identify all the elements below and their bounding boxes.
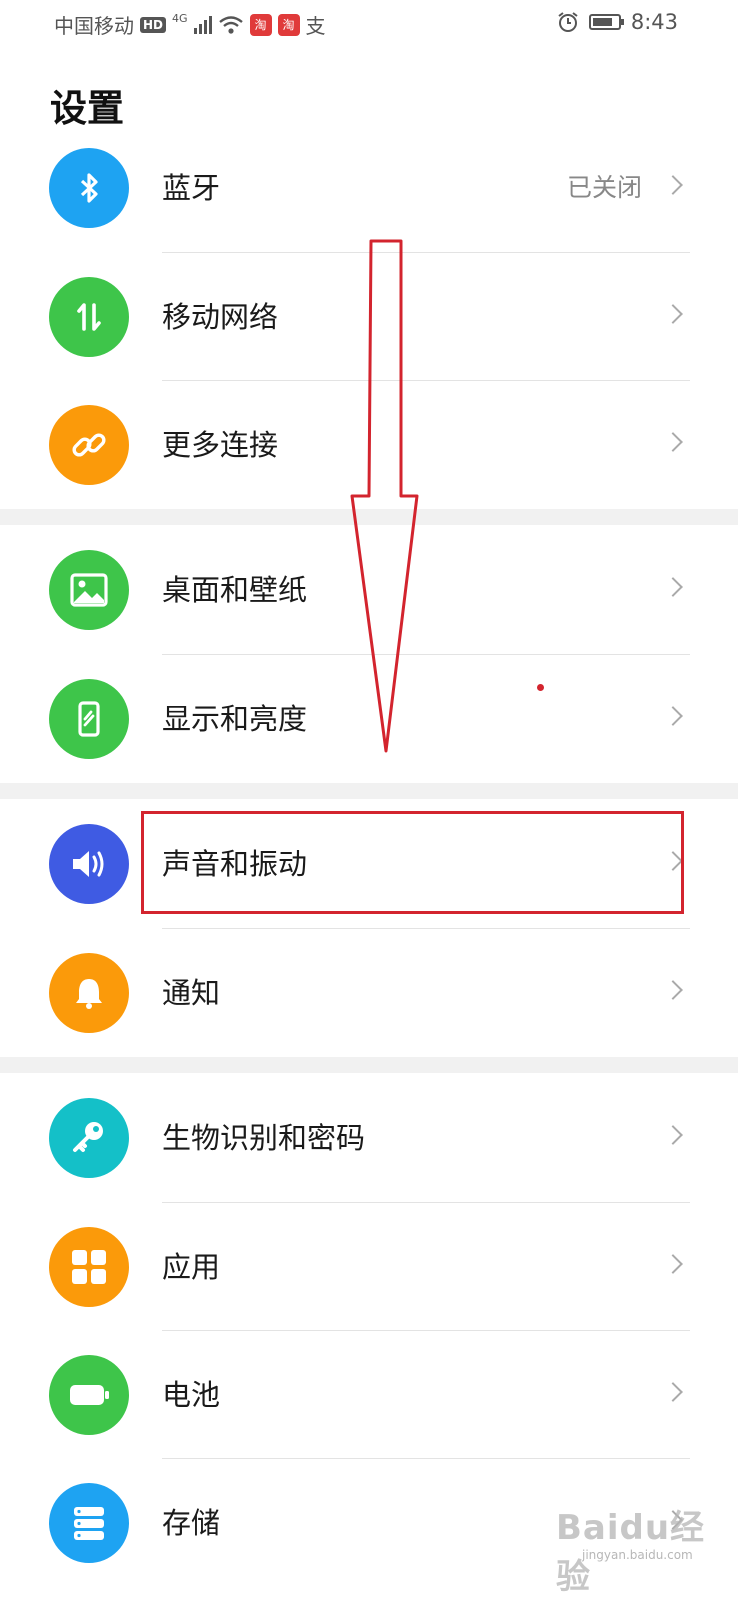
- settings-item-notifications[interactable]: 通知: [0, 929, 738, 1057]
- settings-item-label: 应用: [162, 1250, 221, 1284]
- annotation-highlight-box: [141, 811, 684, 914]
- settings-item-label: 生物识别和密码: [162, 1121, 366, 1155]
- settings-item-battery[interactable]: 电池: [0, 1331, 738, 1459]
- bell-icon: [49, 953, 129, 1033]
- annotation-dot: [537, 684, 544, 691]
- settings-item-biometrics-password[interactable]: 生物识别和密码: [0, 1074, 738, 1202]
- chevron-right-icon: [663, 1254, 683, 1274]
- baidu-watermark-url: jingyan.baidu.com: [582, 1548, 693, 1562]
- chevron-right-icon: [663, 1382, 683, 1402]
- chevron-right-icon: [663, 1125, 683, 1145]
- battery-icon: [49, 1355, 129, 1435]
- sound-icon: [49, 824, 129, 904]
- settings-item-label: 通知: [162, 976, 221, 1010]
- settings-item-apps[interactable]: 应用: [0, 1203, 738, 1331]
- settings-item-label: 电池: [162, 1378, 221, 1412]
- chevron-right-icon: [663, 980, 683, 1000]
- apps-icon: [49, 1227, 129, 1307]
- key-icon: [49, 1098, 129, 1178]
- settings-item-label: 存储: [162, 1506, 221, 1540]
- annotation-arrow: [350, 239, 419, 753]
- storage-icon: [49, 1483, 129, 1563]
- section-gap: [0, 1057, 738, 1073]
